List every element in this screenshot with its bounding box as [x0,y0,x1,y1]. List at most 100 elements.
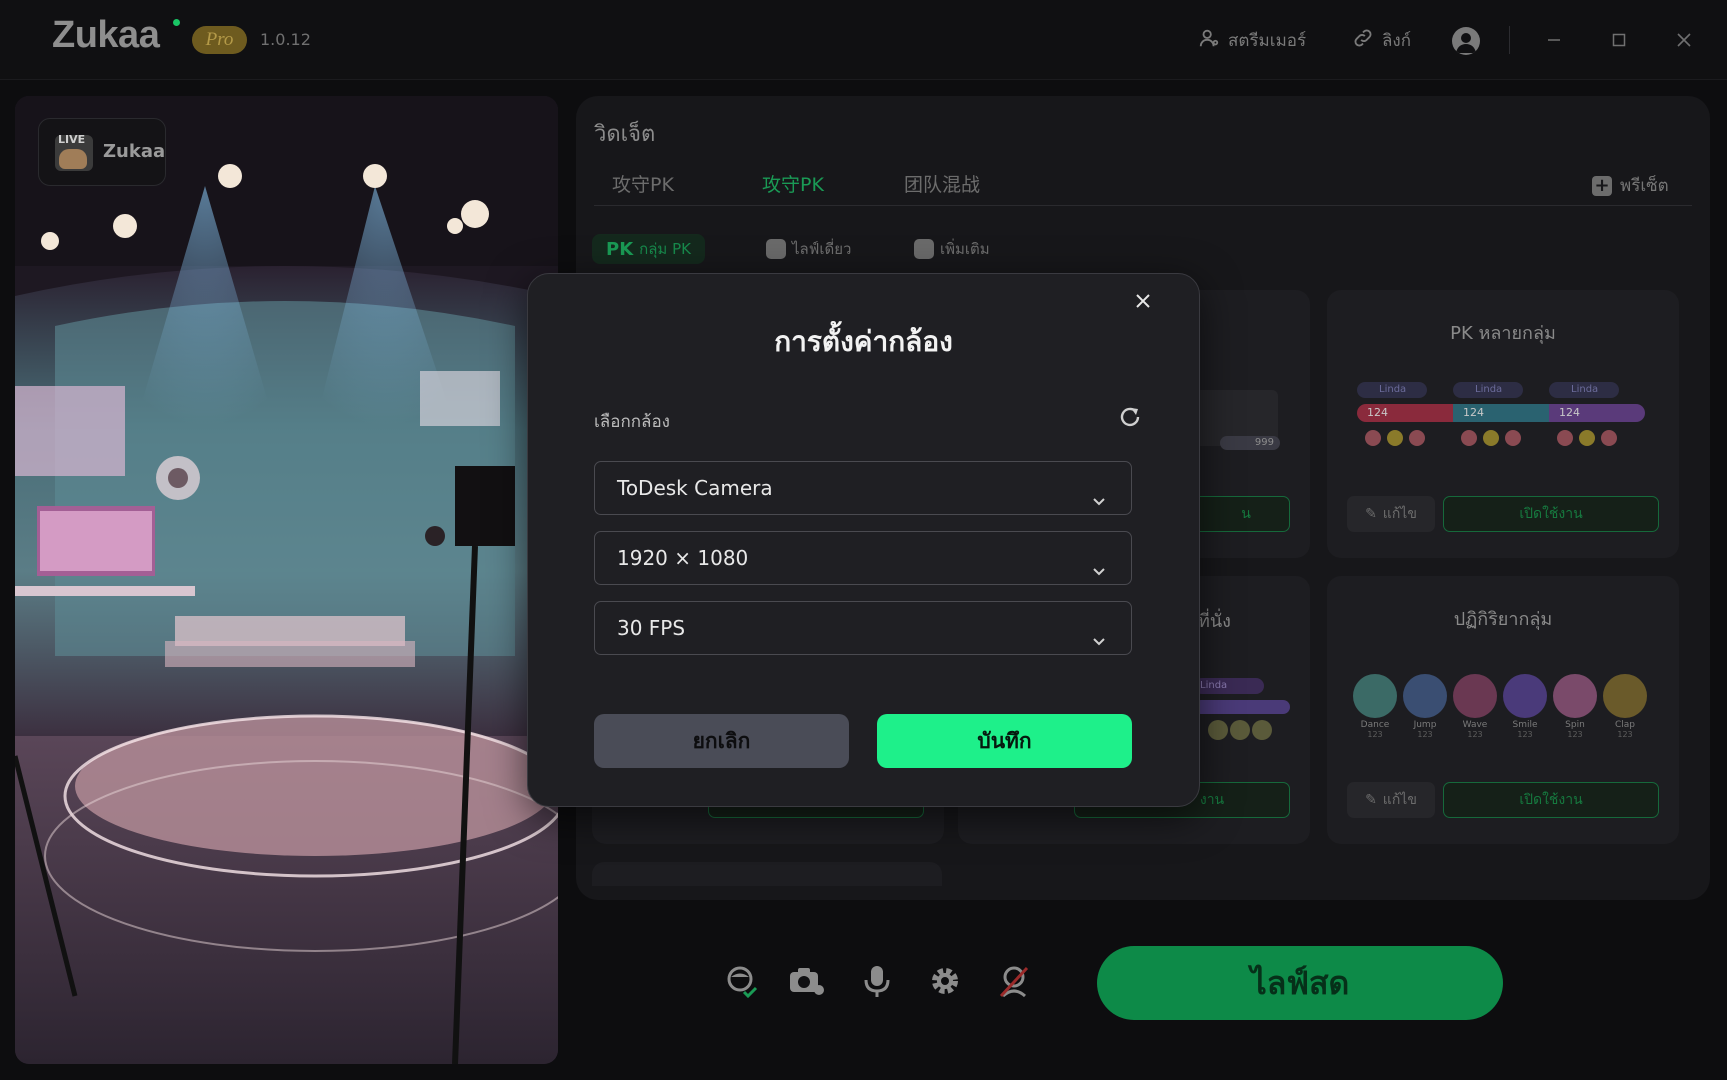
chip-label: เพิ่มเติม [940,240,990,258]
pk-score: 124 [1367,406,1388,419]
tab-team-battle[interactable]: 团队混战 [904,170,980,197]
close-icon [1677,33,1691,47]
enable-button[interactable]: เปิดใช้งาน [1443,782,1659,818]
fps-select[interactable]: 30 FPS [594,601,1132,655]
link-button[interactable]: ลิงก์ [1352,24,1411,56]
reaction-dance: Dance 123 [1353,674,1397,739]
card-title-partial: ที่นั่ง [1198,611,1231,632]
reaction-jump: Jump 123 [1403,674,1447,739]
settings-button[interactable] [926,962,964,1000]
preset-label: พรีเซ็ต [1620,176,1669,196]
pk-gift-icons [1365,430,1425,446]
pk-score: 124 [1463,406,1484,419]
minimize-icon [1548,39,1560,41]
card-title: PK หลายกลุ่ม [1450,323,1556,344]
edit-button[interactable]: ✎ แก้ไข [1347,496,1435,532]
select-camera-label: เลือกกล้อง [594,412,670,432]
minimize-button[interactable] [1540,26,1568,54]
tab-attack-defense-pk-1[interactable]: 攻守PK [612,170,674,197]
seat-bar [1194,700,1290,714]
microphone-icon [864,966,890,997]
refresh-button[interactable] [1117,404,1143,430]
virtual-background-button[interactable] [995,962,1033,1000]
dialog-close-button[interactable] [1130,288,1156,314]
plus-icon: + [1592,175,1612,196]
close-window-button[interactable] [1670,26,1698,54]
gift-icon [766,239,786,259]
chip-more[interactable]: เพิ่มเติม [900,234,1004,264]
app-version: 1.0.12 [260,30,311,49]
streamer-icon [1198,27,1220,54]
pk-player-name: Linda [1357,382,1427,398]
camera-preview [15,96,558,1064]
camera-select-value: ToDesk Camera [617,476,773,500]
logo-dot [173,19,180,26]
camera-icon [790,968,824,995]
pro-badge: Pro [192,26,247,54]
save-button[interactable]: บันทึก [877,714,1132,768]
widget-panel-title: วิดเจ็ต [594,122,656,147]
channel-avatar [59,149,87,169]
enable-button[interactable]: เปิดใช้งาน [1443,496,1659,532]
reaction-clap: Clap 123 [1603,674,1647,739]
app-logo: Zukaa [52,14,160,56]
pk-player-name: Linda [1453,382,1523,398]
pk-gift-icons [1461,430,1521,446]
link-icon [1352,27,1374,54]
chevron-down-icon [1089,548,1109,576]
face-filter-icon [727,966,758,999]
seat-player-name: Linda [1194,678,1264,694]
grid-icon [914,239,934,259]
live-label: LIVE [58,133,86,146]
maximize-button[interactable] [1605,26,1633,54]
chip-label: กลุ่ม PK [639,240,691,258]
preset-button[interactable]: + พรีเซ็ต [1592,172,1669,199]
background-off-icon [999,966,1029,998]
edit-button[interactable]: ✎ แก้ไข [1347,782,1435,818]
pk-gift-icons [1557,430,1617,446]
reaction-row: Dance 123 Jump 123 Wave 123 Smile 123 Spin 12… [1353,674,1647,739]
title-bar: Zukaa Pro 1.0.12 สตรีมเมอร์ ลิงก์ [0,0,1727,80]
widget-card-multi-group-pk: PK หลายกลุ่ม Linda Linda Linda 124 124 1… [1327,290,1679,558]
edit-icon: ✎ [1365,792,1377,808]
microphone-button[interactable] [858,962,896,1000]
close-icon [1136,294,1150,308]
chevron-down-icon [1089,478,1109,506]
resolution-select-value: 1920 × 1080 [617,546,749,570]
maximize-icon [1612,33,1626,47]
resolution-select[interactable]: 1920 × 1080 [594,531,1132,585]
card-title: ปฏิกิริยากลุ่ม [1453,609,1553,630]
widget-card-group-reactions: ปฏิกิริยากลุ่ม Dance 123 Jump 123 Wave 123 … [1327,576,1679,844]
seat-avatars [1208,720,1272,740]
link-label: ลิงก์ [1382,30,1412,51]
reaction-wave: Wave 123 [1453,674,1497,739]
tab-attack-defense-pk-2[interactable]: 攻守PK [762,170,824,197]
streamer-label: สตรีมเมอร์ [1228,30,1307,51]
refresh-icon [1120,407,1140,427]
chip-pk-group[interactable]: PK กลุ่ม PK [592,234,705,264]
streamer-button[interactable]: สตรีมเมอร์ [1198,24,1306,56]
go-live-button[interactable]: ไลฟ์สด [1097,946,1503,1020]
reaction-spin: Spin 123 [1553,674,1597,739]
live-channel-tag: LIVE Zukaa [38,118,166,186]
widget-card-partial [592,862,942,886]
channel-name: Zukaa [103,141,166,162]
chip-solo-live[interactable]: ไลฟ์เดี่ยว [752,234,865,264]
reaction-smile: Smile 123 [1503,674,1547,739]
chevron-down-icon [1089,618,1109,646]
dialog-title: การตั้งค่ากล้อง [774,325,953,358]
gear-icon [932,968,958,994]
chip-label: ไลฟ์เดี่ยว [792,240,852,258]
card-score: 999 [1220,436,1280,450]
cancel-button[interactable]: ยกเลิก [594,714,849,768]
user-avatar[interactable] [1452,27,1480,55]
camera-settings-button[interactable] [787,962,825,1000]
title-separator [1509,26,1510,54]
pk-player-name: Linda [1549,382,1619,398]
beauty-filter-button[interactable] [722,962,760,1000]
edit-icon: ✎ [1365,506,1377,522]
pk-icon: PK [606,238,634,260]
studio-preview-image [15,96,558,1064]
fps-select-value: 30 FPS [617,616,686,640]
camera-select[interactable]: ToDesk Camera [594,461,1132,515]
